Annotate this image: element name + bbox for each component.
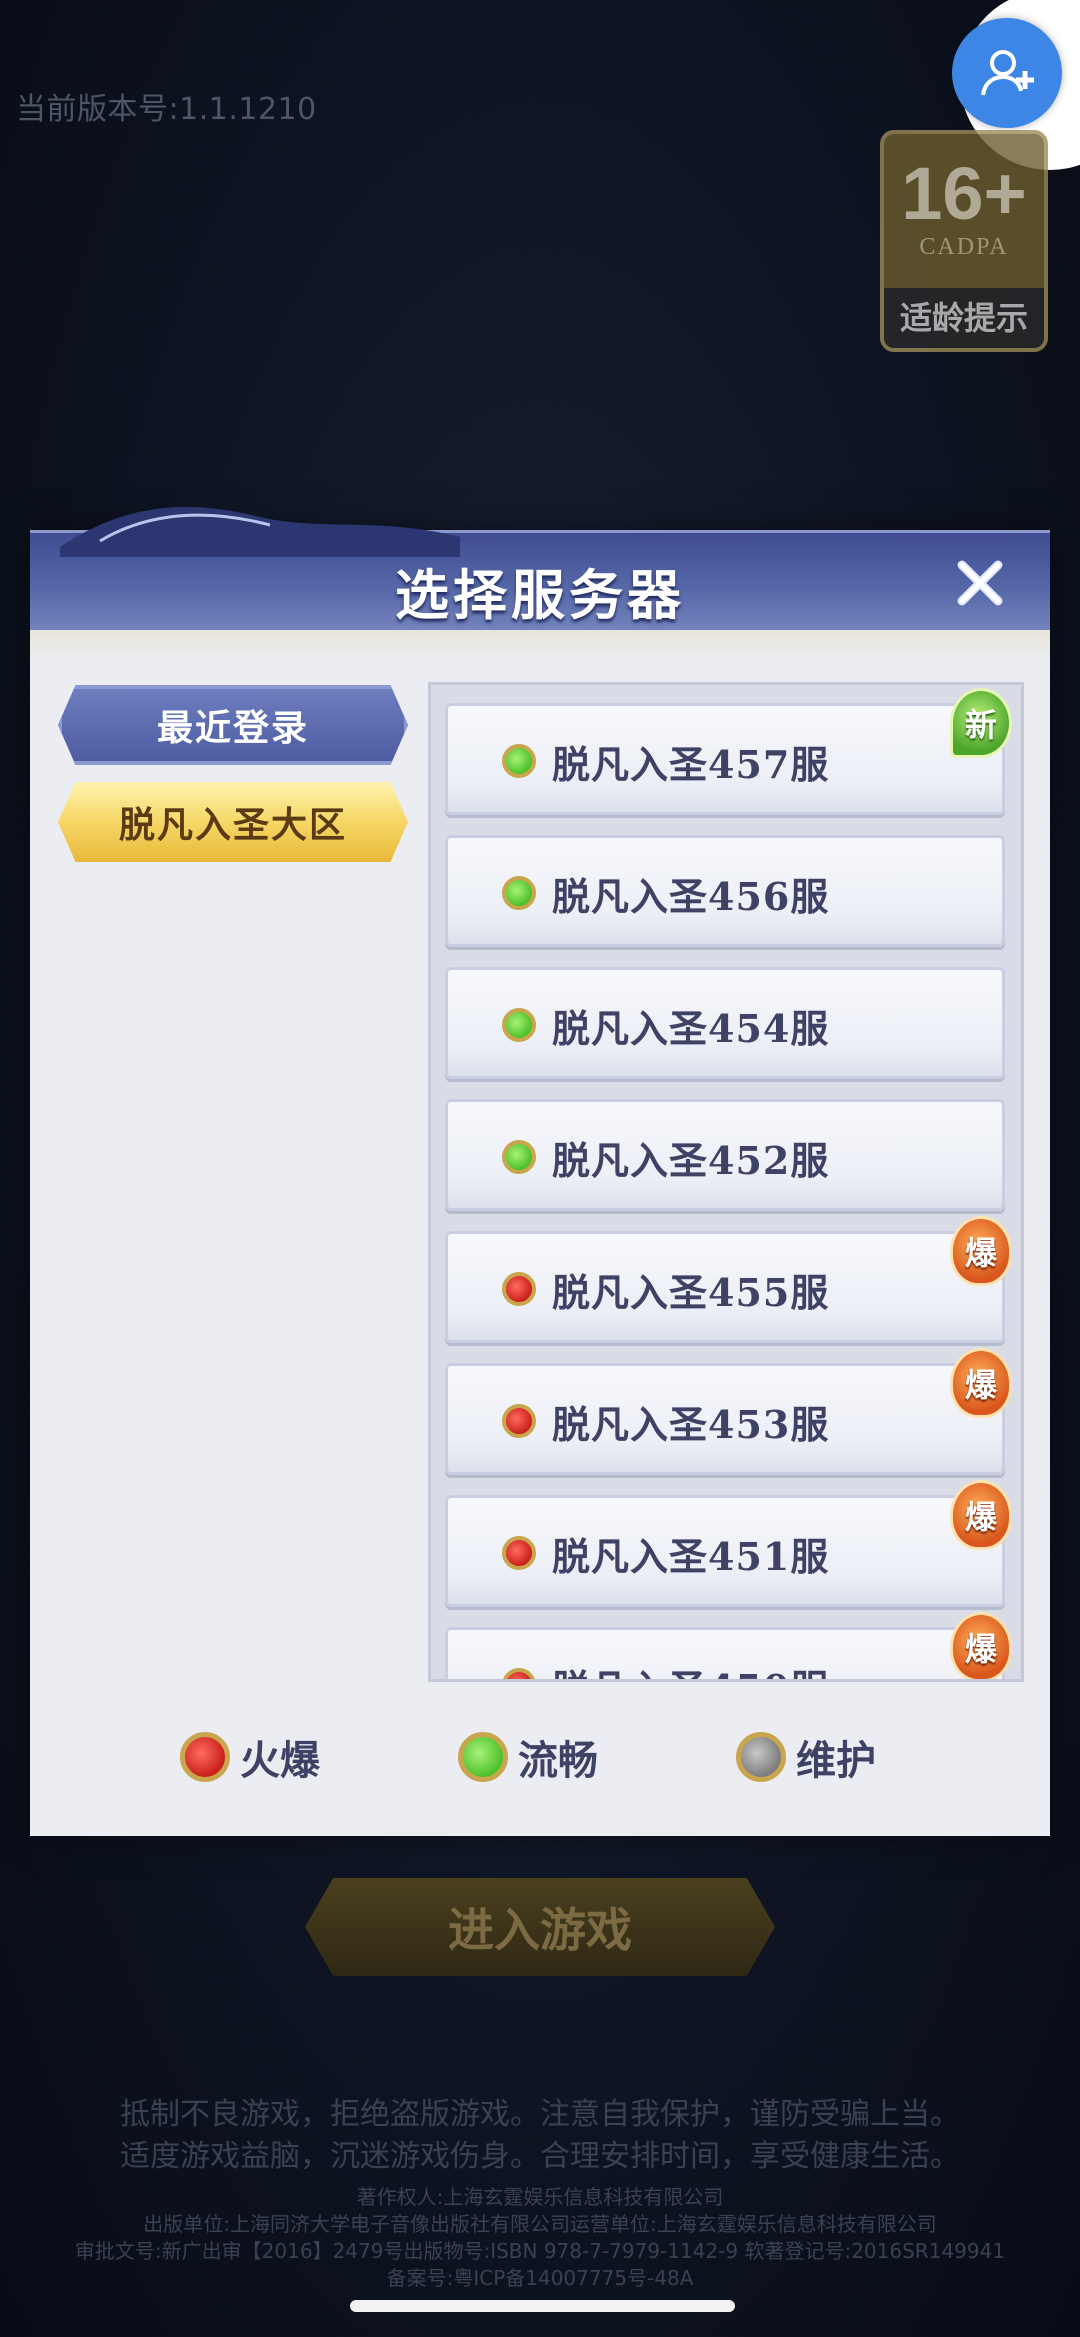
status-dot-icon xyxy=(502,1404,536,1438)
server-name: 脱凡入圣455服 xyxy=(552,1270,830,1315)
status-dot-icon xyxy=(502,1668,536,1679)
server-name: 脱凡入圣454服 xyxy=(552,1006,830,1051)
new-badge-icon: 新 xyxy=(950,688,1012,758)
server-name: 脱凡入圣453服 xyxy=(552,1402,830,1447)
server-item[interactable]: 脱凡入圣455服 爆 xyxy=(445,1216,1012,1343)
age-rating-org: CADPA xyxy=(919,234,1009,260)
copyright-owner: 著作权人:上海玄霆娱乐信息科技有限公司 xyxy=(356,2185,724,2209)
status-dot-icon xyxy=(502,1272,536,1306)
green-dot-icon xyxy=(458,1732,508,1782)
server-item[interactable]: 脱凡入圣457服 新 xyxy=(445,688,1012,815)
legend-maintenance: 维护 xyxy=(736,1728,876,1786)
dialog-header: 选择服务器 xyxy=(30,507,1050,633)
health-notice-1: 抵制不良游戏，拒绝盗版游戏。注意自我保护，谨防受骗上当。 xyxy=(120,2097,960,2132)
server-item[interactable]: 脱凡入圣456服 xyxy=(445,835,1005,947)
user-add-icon[interactable] xyxy=(952,18,1062,128)
age-rating-note: 适龄提示 xyxy=(884,288,1044,348)
status-dot-icon xyxy=(502,744,536,778)
server-name: 脱凡入圣452服 xyxy=(552,1138,830,1183)
status-dot-icon xyxy=(502,1008,536,1042)
server-select-dialog: 选择服务器 最近登录 脱凡入圣大区 脱凡入圣457服 新 脱凡入圣456服 脱凡… xyxy=(30,507,1050,1836)
age-rating-number: 16+ xyxy=(901,152,1027,235)
red-dot-icon xyxy=(180,1732,230,1782)
close-button[interactable] xyxy=(950,553,1010,613)
legend-label: 维护 xyxy=(796,1737,876,1784)
server-list[interactable]: 脱凡入圣457服 新 脱凡入圣456服 脱凡入圣454服 脱凡入圣452服 脱凡… xyxy=(428,682,1024,1682)
gray-dot-icon xyxy=(736,1732,786,1782)
status-dot-icon xyxy=(502,1140,536,1174)
health-notice-2: 适度游戏益脑，沉迷游戏伤身。合理安排时间，享受健康生活。 xyxy=(120,2139,960,2174)
server-name: 脱凡入圣456服 xyxy=(552,874,830,919)
enter-game-button[interactable]: 进入游戏 xyxy=(305,1878,775,1976)
status-dot-icon xyxy=(502,1536,536,1570)
legend-hot: 火爆 xyxy=(180,1728,320,1786)
legend-smooth: 流畅 xyxy=(458,1728,598,1786)
age-rating-badge: 16+ CADPA 适龄提示 xyxy=(880,130,1048,352)
server-item[interactable]: 脱凡入圣452服 xyxy=(445,1099,1005,1211)
version-text: 当前版本号:1.1.1210 xyxy=(16,92,317,127)
hot-badge-icon: 爆 xyxy=(950,1348,1012,1418)
approval-info: 审批文号:新广出审【2016】2479号出版物号:ISBN 978-7-7979… xyxy=(74,2239,1006,2263)
hot-badge-icon: 爆 xyxy=(950,1612,1012,1679)
hot-badge-icon: 爆 xyxy=(950,1480,1012,1550)
legend-label: 流畅 xyxy=(518,1737,598,1784)
legend-label: 火爆 xyxy=(240,1737,320,1784)
server-item[interactable]: 脱凡入圣453服 爆 xyxy=(445,1348,1012,1475)
footer-notice: 抵制不良游戏，拒绝盗版游戏。注意自我保护，谨防受骗上当。 适度游戏益脑，沉迷游戏… xyxy=(0,2094,1080,2292)
server-name: 脱凡入圣457服 xyxy=(552,742,830,787)
dialog-title: 选择服务器 xyxy=(395,563,685,627)
tab-region[interactable]: 脱凡入圣大区 xyxy=(58,782,408,862)
home-indicator[interactable] xyxy=(350,2300,735,2312)
header-divider xyxy=(30,630,1050,660)
header-ornament xyxy=(60,507,460,557)
publisher-info: 出版单位:上海同济大学电子音像出版社有限公司运营单位:上海玄霆娱乐信息科技有限公… xyxy=(143,2212,937,2236)
server-item[interactable]: 脱凡入圣454服 xyxy=(445,967,1005,1079)
server-name: 脱凡入圣450服 xyxy=(552,1658,829,1679)
server-name: 脱凡入圣451服 xyxy=(552,1534,830,1579)
server-item[interactable]: 脱凡入圣450服 爆 xyxy=(445,1612,1012,1679)
icp-info: 备案号:粤ICP备14007775号-48A xyxy=(386,2266,694,2290)
hot-badge-icon: 爆 xyxy=(950,1216,1012,1286)
server-item[interactable]: 脱凡入圣451服 爆 xyxy=(445,1480,1012,1607)
status-dot-icon xyxy=(502,876,536,910)
close-icon[interactable] xyxy=(952,555,1008,611)
tab-recent-login[interactable]: 最近登录 xyxy=(58,685,408,765)
